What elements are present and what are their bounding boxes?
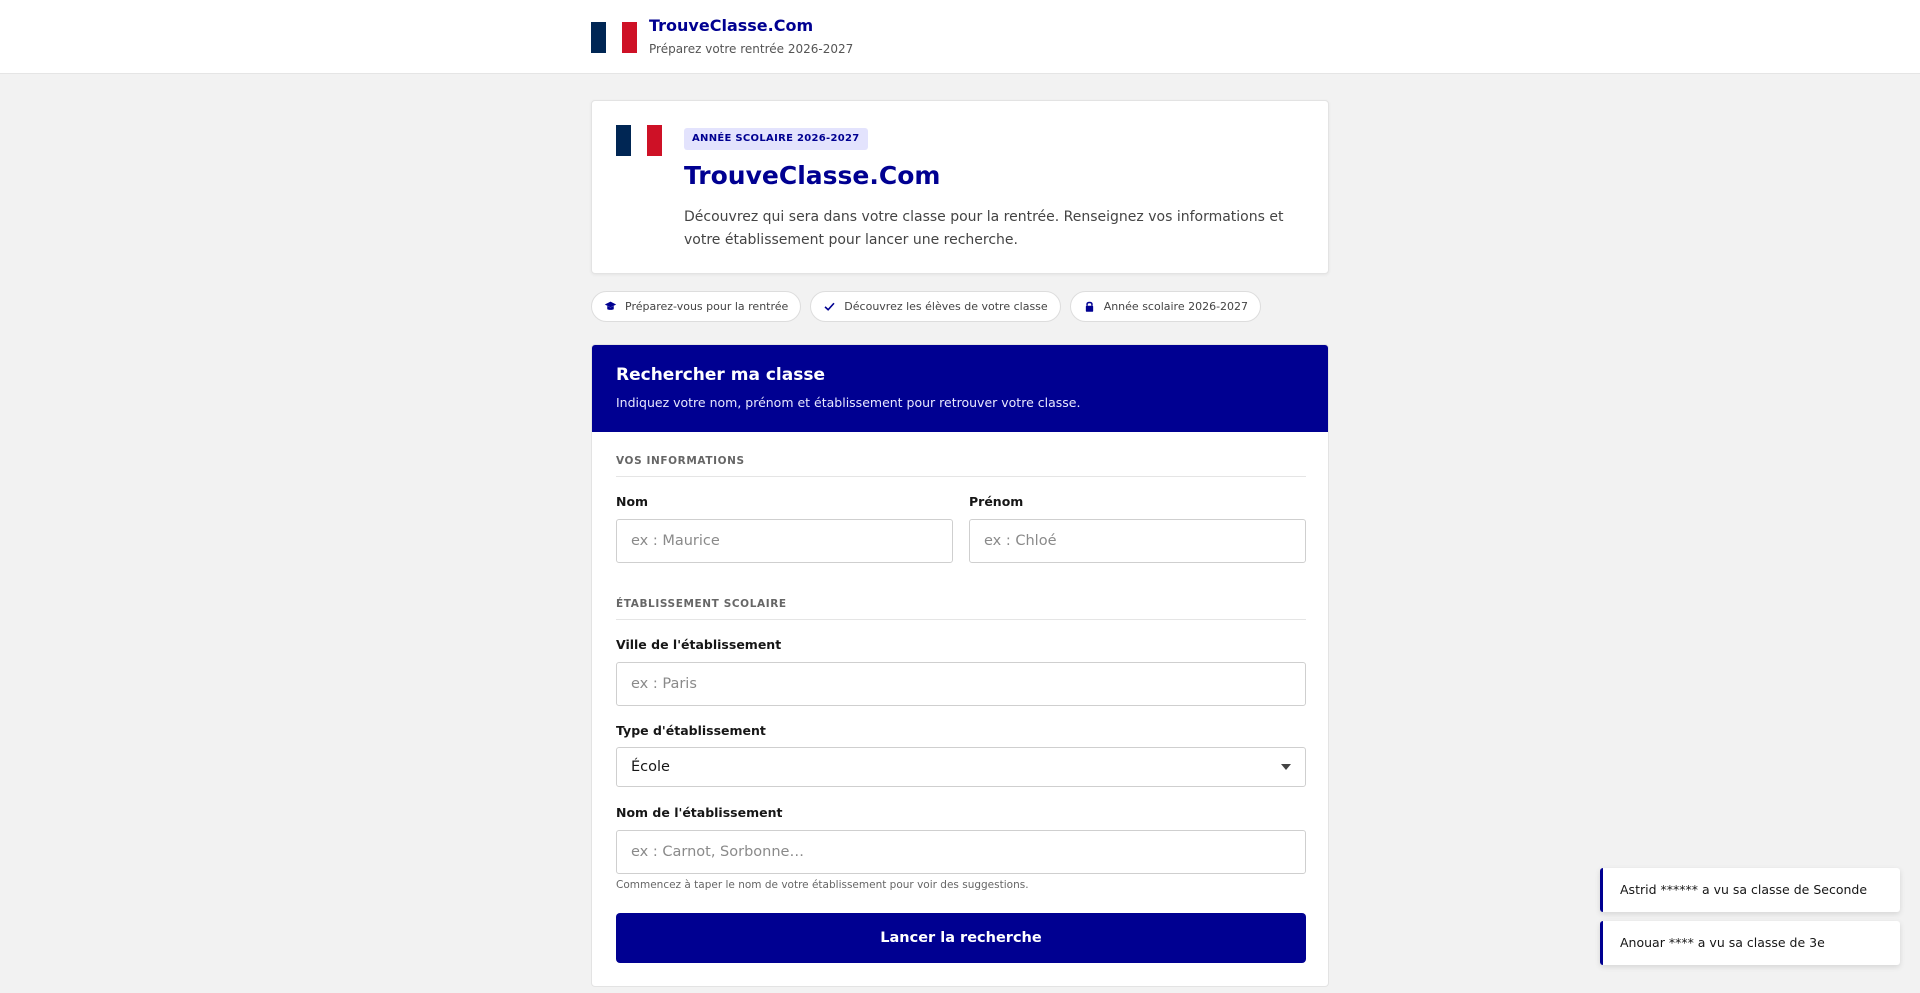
etablissement-hint: Commencez à taper le nom de votre établi… <box>616 879 1029 891</box>
site-title[interactable]: TrouveClasse.Com <box>649 16 813 35</box>
section-etablissement-scolaire: ÉTABLISSEMENT SCOLAIRE <box>616 598 1306 620</box>
check-icon <box>824 302 835 311</box>
prenom-input[interactable] <box>969 519 1306 563</box>
ville-input[interactable] <box>616 662 1306 706</box>
notification-toast: Astrid ****** a vu sa classe de Seconde <box>1600 868 1900 912</box>
search-button[interactable]: Lancer la recherche <box>616 913 1306 963</box>
site-subtitle: Préparez votre rentrée 2026-2027 <box>649 42 854 56</box>
type-select[interactable]: École <box>616 747 1306 787</box>
graduation-cap-icon <box>604 301 617 310</box>
hero-description: Découvrez qui sera dans votre classe pou… <box>684 209 1284 248</box>
section-vos-informations: VOS INFORMATIONS <box>616 455 1306 477</box>
hero-card: ANNÉE SCOLAIRE 2026-2027 TrouveClasse.Co… <box>591 100 1329 274</box>
lock-icon <box>1085 301 1093 312</box>
chip-rentree: Préparez-vous pour la rentrée <box>591 291 802 322</box>
nom-label: Nom <box>616 494 649 509</box>
search-subtitle: Indiquez votre nom, prénom et établissem… <box>616 395 1081 410</box>
chip-eleves: Découvrez les élèves de votre classe <box>810 291 1061 322</box>
prenom-label: Prénom <box>969 494 1024 509</box>
etablissement-label: Nom de l'établissement <box>616 805 783 820</box>
top-bar: TrouveClasse.Com Préparez votre rentrée … <box>0 0 1920 74</box>
search-card-header: Rechercher ma classe Indiquez votre nom,… <box>592 345 1328 432</box>
type-select-value: École <box>631 759 670 775</box>
ville-label: Ville de l'établissement <box>616 637 782 652</box>
school-year-badge: ANNÉE SCOLAIRE 2026-2027 <box>684 128 868 150</box>
etablissement-input[interactable] <box>616 830 1306 874</box>
chip-label: Préparez-vous pour la rentrée <box>625 300 789 313</box>
french-flag-icon <box>616 125 662 156</box>
nom-input[interactable] <box>616 519 953 563</box>
type-label: Type d'établissement <box>616 723 766 738</box>
feature-chips: Préparez-vous pour la rentrée Découvrez … <box>591 291 1262 322</box>
hero-title: TrouveClasse.Com <box>684 161 941 190</box>
search-title: Rechercher ma classe <box>616 365 825 385</box>
french-flag-logo <box>591 22 637 53</box>
notification-toast: Anouar **** a vu sa classe de 3e <box>1600 921 1900 965</box>
caret-down-icon <box>1281 764 1291 770</box>
search-card: Rechercher ma classe Indiquez votre nom,… <box>591 344 1329 987</box>
chip-label: Année scolaire 2026-2027 <box>1103 300 1249 313</box>
chip-label: Découvrez les élèves de votre classe <box>844 300 1048 313</box>
chip-annee: Année scolaire 2026-2027 <box>1069 291 1262 322</box>
